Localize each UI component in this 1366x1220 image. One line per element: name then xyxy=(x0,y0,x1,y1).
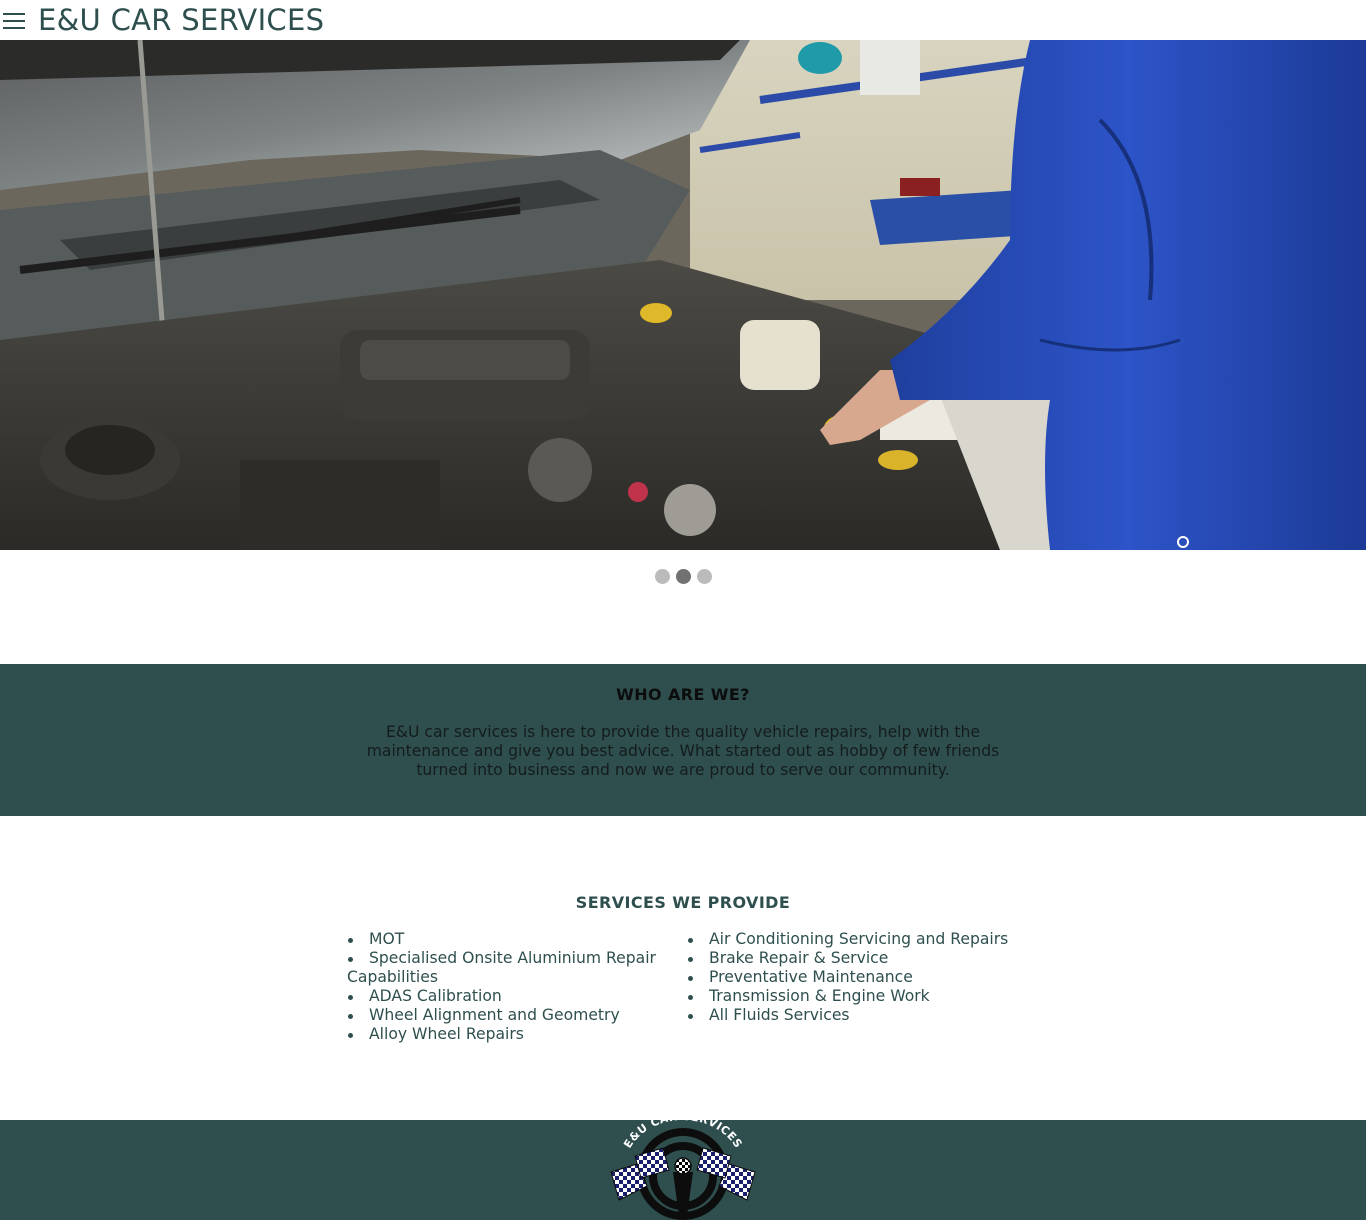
services-list-left: MOT Specialised Onsite Aluminium Repair … xyxy=(347,930,677,1044)
hero-image xyxy=(0,40,1366,550)
about-heading: WHO ARE WE? xyxy=(616,685,750,704)
service-item: Brake Repair & Service xyxy=(687,949,1047,968)
hamburger-icon[interactable] xyxy=(2,6,26,32)
service-item: Specialised Onsite Aluminium Repair Capa… xyxy=(347,949,677,987)
service-item: Alloy Wheel Repairs xyxy=(347,1025,677,1044)
slide-dot-1[interactable] xyxy=(654,569,670,584)
hero-slideshow xyxy=(0,40,1366,550)
service-item: All Fluids Services xyxy=(687,1006,1047,1025)
service-item: Preventative Maintenance xyxy=(687,968,1047,987)
slideshow-dots xyxy=(0,569,1366,585)
service-item: Air Conditioning Servicing and Repairs xyxy=(687,930,1047,949)
site-title[interactable]: E&U CAR SERVICES xyxy=(38,2,324,38)
services-section: SERVICES WE PROVIDE MOT Specialised Onsi… xyxy=(0,816,1366,1120)
service-item: Transmission & Engine Work xyxy=(687,987,1047,1006)
service-item: MOT xyxy=(347,930,677,949)
service-item: Wheel Alignment and Geometry xyxy=(347,1006,677,1025)
about-section: WHO ARE WE? E&U car services is here to … xyxy=(0,664,1366,816)
company-logo: E&U CAR SERVICES xyxy=(610,1120,756,1220)
service-item: ADAS Calibration xyxy=(347,987,677,1006)
services-list-right: Air Conditioning Servicing and Repairs B… xyxy=(687,930,1047,1025)
services-heading: SERVICES WE PROVIDE xyxy=(575,893,791,912)
slide-dot-3[interactable] xyxy=(696,569,712,584)
about-body: E&U car services is here to provide the … xyxy=(366,723,1000,779)
site-header: E&U CAR SERVICES xyxy=(0,0,1366,40)
site-footer: E&U CAR SERVICES xyxy=(0,1120,1366,1220)
slide-dot-2[interactable] xyxy=(675,569,691,584)
